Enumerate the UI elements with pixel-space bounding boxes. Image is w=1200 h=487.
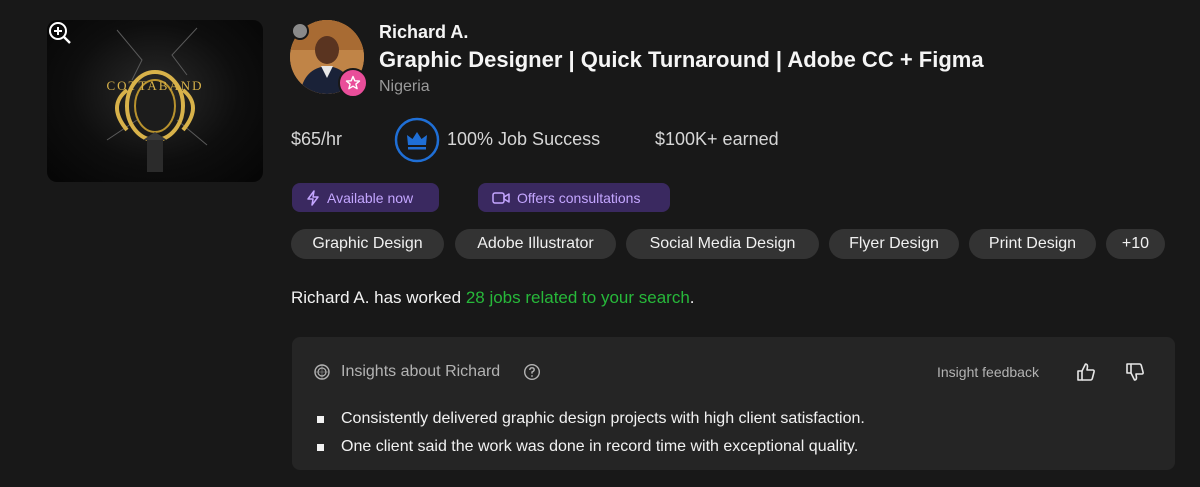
avatar-container[interactable] [290,20,368,98]
insight-text: One client said the work was done in rec… [341,438,859,455]
crown-icon [394,117,440,163]
portfolio-image-text: COTTABAND [106,78,204,93]
portfolio-artwork [106,27,208,172]
insight-text: Consistently delivered graphic design pr… [341,410,865,427]
help-icon[interactable] [523,363,541,381]
hourly-rate: $65/hr [291,129,343,149]
insights-list: Consistently delivered graphic design pr… [317,405,865,461]
online-status-dot [291,22,309,40]
bullet-icon [317,415,324,423]
offers-consultations-badge: Offers consultations [478,183,670,212]
video-camera-icon [492,191,510,204]
freelancer-location: Nigeria [379,78,430,95]
insight-feedback-label: Insight feedback [937,364,1039,380]
skill-tag[interactable]: Print Design [969,229,1096,259]
skill-tag[interactable]: Social Media Design [626,229,819,259]
skill-tag[interactable]: Adobe Illustrator [455,229,616,259]
work-summary: Richard A. has worked 28 jobs related to… [291,288,695,308]
work-summary-prefix: Richard A. has worked [291,288,466,307]
skill-tag[interactable]: Graphic Design [291,229,444,259]
total-earned: $100K+ earned [655,129,779,149]
work-summary-suffix: . [689,288,695,307]
freelancer-name[interactable]: Richard A. [379,22,468,43]
freelancer-title[interactable]: Graphic Designer | Quick Turnaround | Ad… [379,47,984,73]
thumbs-down-icon[interactable] [1124,361,1146,383]
lightning-icon [307,189,319,206]
job-success-score: 100% Job Success [447,129,601,149]
zoom-in-icon[interactable] [47,20,73,46]
insights-title: Insights about Richard [341,363,501,380]
insights-sparkle-icon [314,364,330,380]
bullet-icon [317,443,324,451]
skill-tag[interactable]: Flyer Design [829,229,959,259]
available-now-label: Available now [327,189,414,206]
available-now-badge: Available now [292,183,439,212]
insight-item: One client said the work was done in rec… [317,433,865,461]
insights-panel: Insights about Richard Insight feedback … [292,337,1175,470]
star-badge-icon [338,68,368,98]
more-skills-tag[interactable]: +10 [1106,229,1165,259]
related-jobs-link[interactable]: 28 jobs related to your search [466,288,690,307]
thumbs-up-icon[interactable] [1075,361,1097,383]
insight-item: Consistently delivered graphic design pr… [317,405,865,433]
portfolio-thumbnail[interactable]: COTTABAND [47,20,263,182]
offers-consultations-label: Offers consultations [517,189,641,206]
